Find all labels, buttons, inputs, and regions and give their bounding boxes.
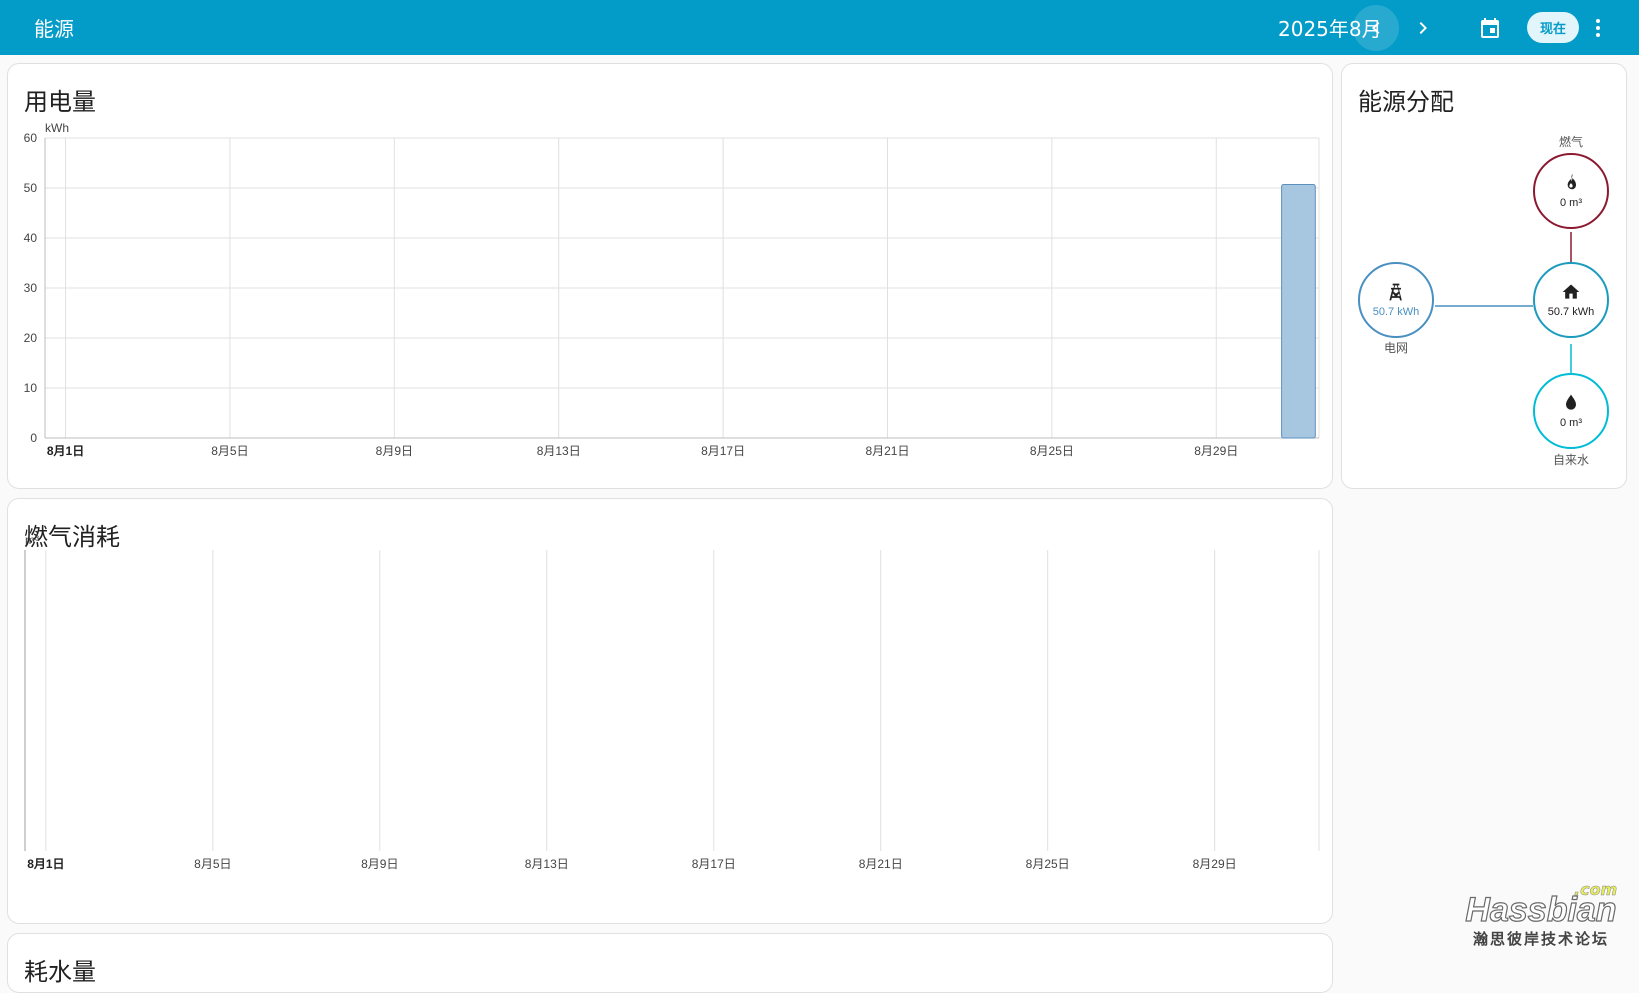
hassbian-watermark: .com Hassbian 瀚思彼岸技术论坛 bbox=[1456, 880, 1626, 949]
gas-node-value: 0 m³ bbox=[1560, 197, 1582, 209]
transmission-tower-icon bbox=[1389, 283, 1402, 301]
gas-node[interactable]: 0 m³ bbox=[1533, 153, 1609, 229]
now-button[interactable]: 现在 bbox=[1527, 12, 1579, 43]
x-tick-label: 8月9日 bbox=[376, 444, 413, 458]
fire-icon bbox=[1567, 173, 1576, 190]
y-tick-label: 50 bbox=[24, 181, 38, 195]
chevron-right-icon bbox=[1419, 22, 1427, 34]
x-tick-label: 8月13日 bbox=[537, 444, 581, 458]
water-usage-card: 耗水量 bbox=[7, 933, 1333, 993]
watermark-subtitle: 瀚思彼岸技术论坛 bbox=[1472, 930, 1609, 948]
more-options-button[interactable] bbox=[1575, 5, 1621, 51]
grid-node[interactable]: 50.7 kWh bbox=[1358, 262, 1434, 338]
y-tick-label: 30 bbox=[24, 281, 38, 295]
water-node-label: 自来水 bbox=[1552, 453, 1589, 467]
energy-distribution-card: 能源分配 燃气 0 m³ 50.7 kWh 电网 50.7 kWh 0 m³ 自… bbox=[1341, 63, 1627, 489]
gas-consumption-card: 燃气消耗 m³ 8月1日 8月5日 8月9日 8月13日 8月17日 8月21日 8月25日 8… bbox=[7, 498, 1333, 924]
previous-period-button[interactable] bbox=[1353, 5, 1399, 51]
x-tick-label: 8月21日 bbox=[859, 857, 903, 871]
y-axis-unit: kWh bbox=[45, 121, 69, 135]
calendar-icon bbox=[1481, 18, 1499, 38]
x-tick-label: 8月13日 bbox=[525, 857, 569, 871]
bar bbox=[1281, 184, 1316, 439]
x-tick-label: 8月29日 bbox=[1194, 444, 1238, 458]
water-node[interactable]: 0 m³ bbox=[1533, 373, 1609, 449]
x-tick-label: 8月9日 bbox=[361, 857, 398, 871]
page-title: 能源 bbox=[34, 17, 74, 41]
y-tick-label: 10 bbox=[24, 381, 38, 395]
x-tick-label: 8月25日 bbox=[1030, 444, 1074, 458]
more-vertical-icon bbox=[1596, 19, 1600, 37]
x-tick-label: 8月29日 bbox=[1193, 857, 1237, 871]
y-axis-unit: m³ bbox=[25, 533, 39, 547]
electricity-usage-card: 用电量 kWh 0 10 20 30 40 50 60 8月1日 8月5日 8月9日 8月13日 8月1… bbox=[7, 63, 1333, 489]
grid-node-value: 50.7 kWh bbox=[1372, 306, 1420, 318]
electricity-chart: kWh 0 10 20 30 40 50 60 8月1日 8月5日 8月9日 8月13日 8月17日 8月… bbox=[24, 121, 1320, 458]
x-tick-label: 8月5日 bbox=[211, 444, 248, 458]
x-tick-label: 8月1日 bbox=[27, 857, 64, 871]
water-node-value: 0 m³ bbox=[1560, 417, 1582, 429]
x-tick-label: 8月1日 bbox=[47, 444, 84, 458]
x-tick-label: 8月17日 bbox=[692, 857, 736, 871]
grid-node-label: 电网 bbox=[1383, 341, 1408, 355]
top-app-bar: 能源 2025年8月 现在 bbox=[0, 0, 1639, 55]
water-drop-icon bbox=[1566, 394, 1576, 410]
gas-chart: m³ 8月1日 8月5日 8月9日 8月13日 8月17日 8月21日 8月25日 8月29日 bbox=[24, 533, 1320, 871]
date-picker-button[interactable] bbox=[1467, 5, 1513, 51]
y-tick-label: 60 bbox=[24, 131, 38, 145]
y-tick-label: 0 bbox=[30, 431, 37, 445]
x-tick-label: 8月5日 bbox=[194, 857, 231, 871]
next-period-button[interactable] bbox=[1400, 5, 1446, 51]
home-node-value: 50.7 kWh bbox=[1547, 306, 1595, 318]
x-tick-label: 8月21日 bbox=[865, 444, 909, 458]
x-tick-label: 8月25日 bbox=[1026, 857, 1070, 871]
home-icon bbox=[1562, 284, 1580, 299]
home-node[interactable]: 50.7 kWh bbox=[1533, 262, 1609, 338]
y-tick-label: 20 bbox=[24, 331, 38, 345]
chevron-left-icon bbox=[1372, 22, 1380, 34]
y-tick-label: 40 bbox=[24, 231, 38, 245]
watermark-com: .com bbox=[1574, 880, 1618, 900]
x-tick-label: 8月17日 bbox=[701, 444, 745, 458]
gas-node-label: 燃气 bbox=[1558, 135, 1583, 149]
